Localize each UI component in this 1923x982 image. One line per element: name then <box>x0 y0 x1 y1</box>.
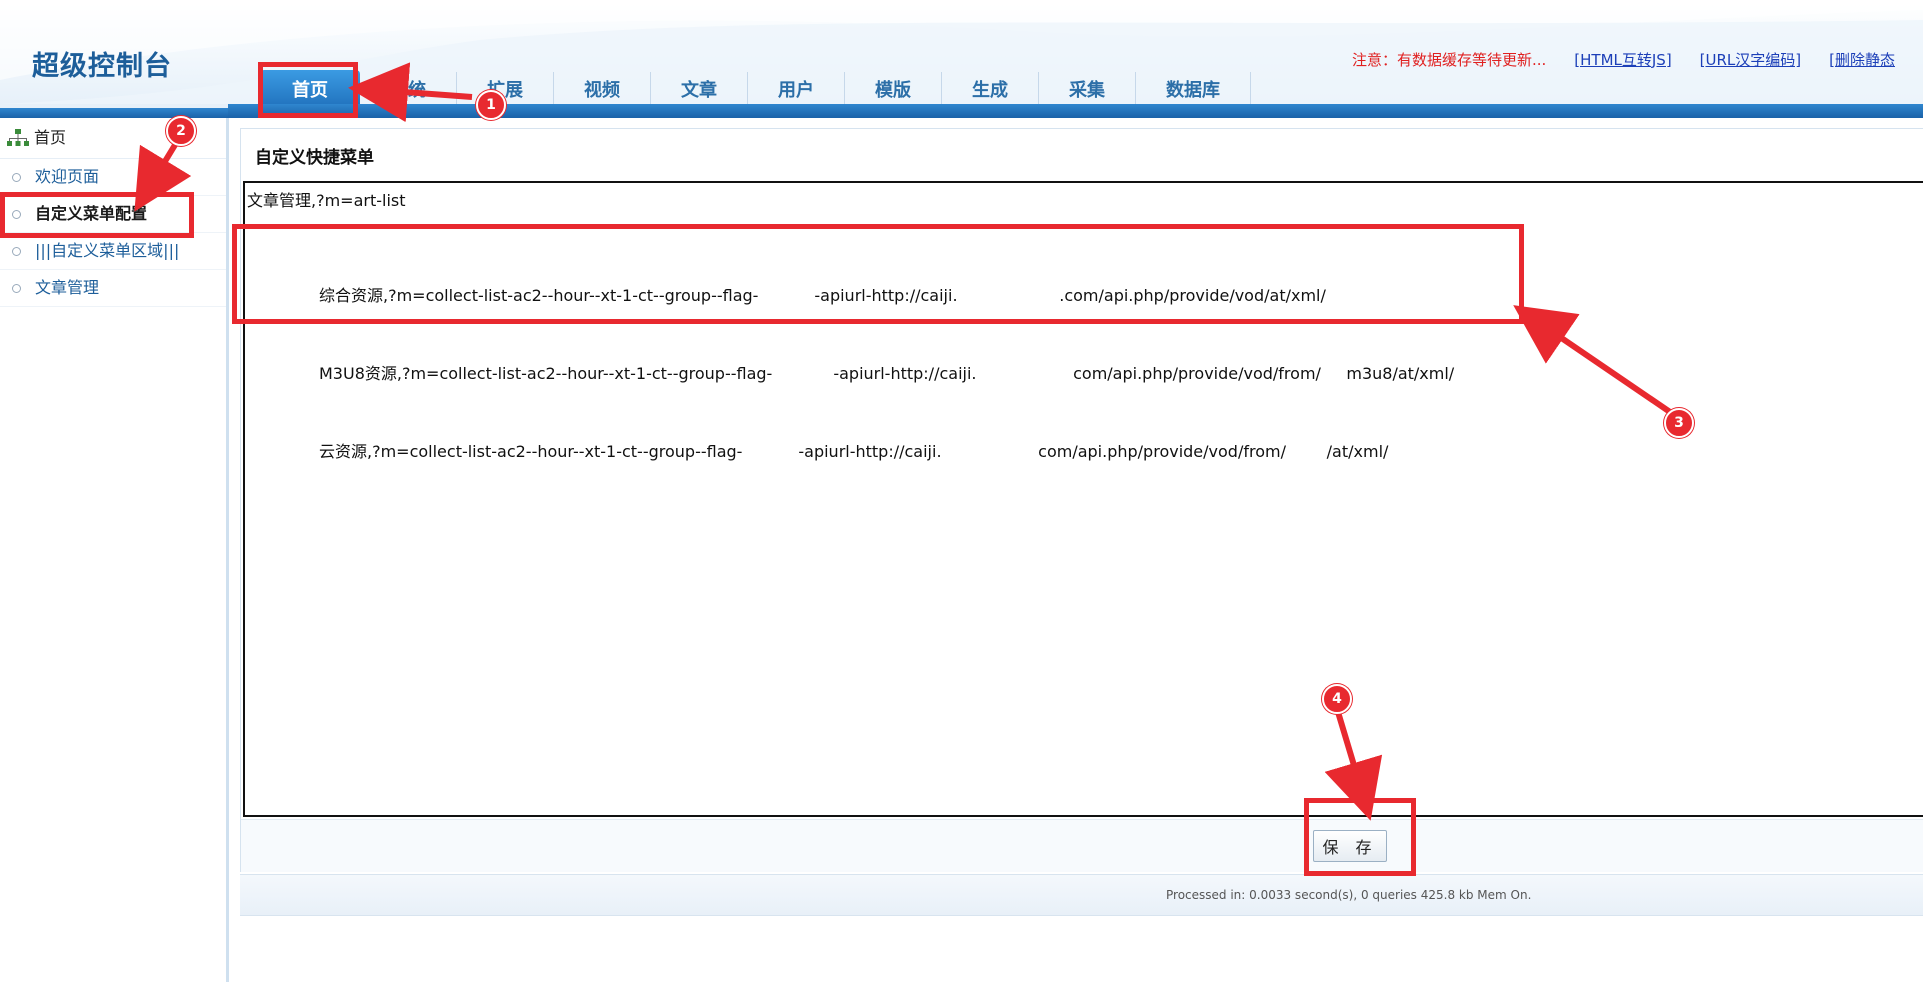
sidebar-item-label: |||自定义菜单区域||| <box>35 241 180 260</box>
sitemap-icon <box>7 129 29 146</box>
menu-config-textarea[interactable]: 文章管理,?m=art-list 综合资源,?m=collect-list-ac… <box>243 181 1923 817</box>
editor-line: 综合资源,?m=collect-list-ac2--hour--xt-1-ct-… <box>319 286 1326 305</box>
bullet-icon <box>12 172 21 182</box>
main-content: 自定义快捷菜单 文章管理,?m=art-list 综合资源,?m=collect… <box>240 128 1923 916</box>
sidebar-item-label: 文章管理 <box>35 278 100 297</box>
sidebar: 首页 欢迎页面 自定义菜单配置 |||自定义菜单区域||| 文章管理 <box>0 118 229 982</box>
annotation-badge-3: 3 <box>1664 408 1694 438</box>
header: 超级控制台 首页 系统 扩展 视频 文章 用户 模版 生成 采集 数据库 注意：… <box>0 0 1923 118</box>
annotation-badge-4: 4 <box>1322 684 1352 714</box>
bullet-icon <box>12 209 21 219</box>
sidebar-item-custom-menu-config[interactable]: 自定义菜单配置 <box>0 196 226 233</box>
annotation-badge-2: 2 <box>166 116 196 146</box>
delete-static-link[interactable]: [删除静态 <box>1829 49 1895 70</box>
save-button[interactable]: 保 存 <box>1313 830 1387 862</box>
url-encode-link[interactable]: [URL汉字编码] <box>1700 49 1801 70</box>
editor-line: M3U8资源,?m=collect-list-ac2--hour--xt-1-c… <box>319 364 1455 383</box>
bullet-icon <box>12 283 21 293</box>
sidebar-title: 首页 <box>34 128 67 147</box>
editor-line: 文章管理,?m=art-list <box>247 191 406 210</box>
sidebar-item-label: 欢迎页面 <box>35 167 100 186</box>
brand-title: 超级控制台 <box>32 51 172 82</box>
html-js-convert-link[interactable]: [HTML互转JS] <box>1574 49 1671 70</box>
save-bar: 保 存 <box>241 819 1923 872</box>
editor-line: 云资源,?m=collect-list-ac2--hour--xt-1-ct--… <box>319 442 1389 461</box>
nav-bar-left <box>0 108 228 118</box>
sidebar-item-custom-menu-area[interactable]: |||自定义菜单区域||| <box>0 233 226 270</box>
footer-stats: Processed in: 0.0033 second(s), 0 querie… <box>1166 888 1532 902</box>
custom-menu-panel: 自定义快捷菜单 文章管理,?m=art-list 综合资源,?m=collect… <box>240 128 1923 872</box>
bullet-icon <box>12 246 21 256</box>
sidebar-item-label: 自定义菜单配置 <box>35 204 148 223</box>
annotation-badge-1: 1 <box>476 90 506 120</box>
sidebar-item-welcome[interactable]: 欢迎页面 <box>0 159 226 196</box>
footer: Processed in: 0.0033 second(s), 0 querie… <box>240 874 1923 916</box>
header-notice-bar: 注意：有数据缓存等待更新... [HTML互转JS] [URL汉字编码] [删除… <box>1352 48 1923 70</box>
cache-warning: 注意：有数据缓存等待更新... <box>1351 50 1547 69</box>
sidebar-item-article-manage[interactable]: 文章管理 <box>0 270 226 307</box>
panel-title: 自定义快捷菜单 <box>255 148 374 168</box>
